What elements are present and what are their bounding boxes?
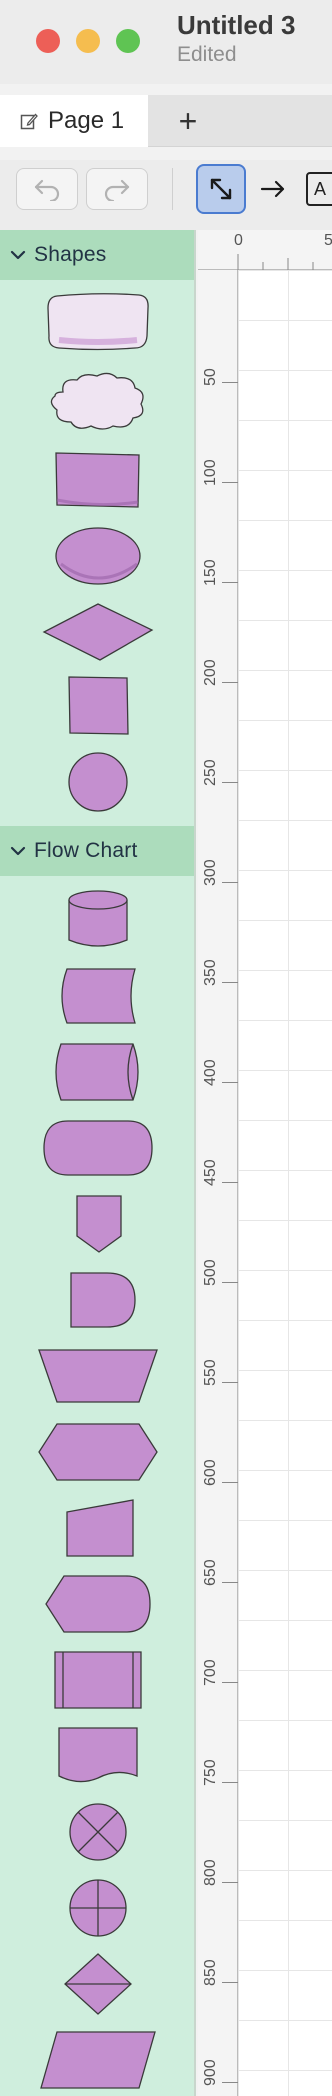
ruler-tick-label: 200	[202, 659, 219, 686]
ruler-tick-label: 450	[202, 1159, 219, 1186]
minimize-window-button[interactable]	[76, 29, 100, 53]
ruler-tick-label: 350	[202, 959, 219, 986]
diamond-shape[interactable]	[0, 600, 194, 664]
section-label: Shapes	[34, 243, 107, 266]
document-status: Edited	[177, 43, 237, 66]
drawing-canvas[interactable]: 0 5 50 100 150 200 250 300 350 400 450 500 550 600 6…	[198, 230, 332, 2096]
ruler-tick-label: 750	[202, 1759, 219, 1786]
undo-icon	[34, 179, 60, 201]
ruler-tick-label: 800	[202, 1859, 219, 1886]
window-title: Untitled 3	[177, 10, 296, 40]
ruler-tick-mark	[222, 482, 238, 483]
ruler-tick-mark	[222, 1582, 238, 1583]
rounded-rectangle-shape[interactable]	[0, 290, 194, 354]
ruler-tick-label: 50	[202, 368, 219, 386]
chevron-down-icon	[10, 846, 26, 856]
ruler-tick-mark	[222, 782, 238, 783]
rectangle-shape[interactable]	[0, 448, 194, 512]
vertical-ruler: 50 100 150 200 250 300 350 400 450 500 550 600 650 70…	[198, 270, 238, 2096]
data-parallelogram-shape[interactable]	[0, 2028, 194, 2092]
square-shape[interactable]	[0, 674, 194, 738]
summing-junction-shape[interactable]	[0, 1800, 194, 1864]
ruler-tick-mark	[222, 1182, 238, 1183]
ellipse-shape[interactable]	[0, 524, 194, 588]
tab-bar: Page 1 +	[0, 95, 332, 147]
chevron-down-icon	[10, 250, 26, 260]
ruler-tick-mark	[222, 382, 238, 383]
section-header-shapes[interactable]: Shapes	[0, 230, 194, 280]
text-tool-button[interactable]: A	[306, 172, 332, 206]
document-shape[interactable]	[0, 1724, 194, 1788]
delay-shape[interactable]	[0, 1268, 194, 1332]
arrow-right-icon	[260, 180, 285, 198]
ruler-tick-mark	[222, 882, 238, 883]
ruler-tick-mark	[222, 582, 238, 583]
manual-operation-shape[interactable]	[0, 1344, 194, 1408]
ruler-tick-label: 250	[202, 759, 219, 786]
horizontal-ruler: 0 5	[198, 230, 332, 270]
ruler-tick-label: 500	[202, 1259, 219, 1286]
database-cylinder-shape[interactable]	[0, 888, 194, 952]
terminator-shape[interactable]	[0, 1116, 194, 1180]
ruler-ticks	[237, 254, 314, 270]
resize-select-tool-button[interactable]	[196, 164, 246, 214]
edit-document-icon	[20, 113, 38, 130]
section-header-flow-chart[interactable]: Flow Chart	[0, 826, 194, 876]
redo-button[interactable]	[86, 168, 148, 210]
direct-access-storage-shape[interactable]	[0, 1040, 194, 1104]
close-window-button[interactable]	[36, 29, 60, 53]
canvas-grid[interactable]	[238, 270, 332, 2096]
ruler-tick-label: 650	[202, 1559, 219, 1586]
ruler-tick-mark	[222, 1882, 238, 1883]
ruler-tick-label: 900	[202, 2059, 219, 2086]
ruler-tick-mark	[222, 1282, 238, 1283]
or-junction-shape[interactable]	[0, 1876, 194, 1940]
redo-icon	[104, 179, 130, 201]
ruler-tick-label: 300	[202, 859, 219, 886]
predefined-process-shape[interactable]	[0, 1648, 194, 1712]
ruler-tick-mark	[222, 2082, 238, 2083]
ruler-tick-mark	[222, 1982, 238, 1983]
ruler-tick-mark	[222, 1382, 238, 1383]
shape-library-sidebar: Shapes Flow Chart	[0, 230, 196, 2096]
ruler-tick-label: 700	[202, 1659, 219, 1686]
ruler-tick-label: 150	[202, 559, 219, 586]
preparation-hexagon-shape[interactable]	[0, 1420, 194, 1484]
tab-label: Page 1	[48, 107, 125, 134]
tab-page-1[interactable]: Page 1	[0, 95, 148, 147]
maximize-window-button[interactable]	[116, 29, 140, 53]
off-page-connector-shape[interactable]	[0, 1192, 194, 1256]
toolbar-divider	[172, 168, 173, 210]
circle-shape[interactable]	[0, 750, 194, 814]
ruler-tick-label: 400	[202, 1059, 219, 1086]
ruler-tick-mark	[222, 1682, 238, 1683]
ruler-tick-mark	[222, 982, 238, 983]
sort-shape[interactable]	[0, 1952, 194, 2016]
ruler-tick-label: 550	[202, 1359, 219, 1386]
stored-data-shape[interactable]	[0, 964, 194, 1028]
undo-button[interactable]	[16, 168, 78, 210]
title-bar: Untitled 3 Edited	[0, 0, 332, 84]
manual-input-shape[interactable]	[0, 1496, 194, 1560]
connector-tool-button[interactable]	[258, 168, 288, 210]
ruler-tick-mark	[222, 1082, 238, 1083]
toolbar: A	[0, 160, 332, 230]
section-label: Flow Chart	[34, 839, 138, 862]
ruler-tick-mark	[222, 682, 238, 683]
ruler-tick-label: 850	[202, 1959, 219, 1986]
ruler-tick-mark	[222, 1482, 238, 1483]
diagonal-arrows-icon	[210, 178, 232, 200]
ruler-tick-mark	[222, 1782, 238, 1783]
ruler-tick-label: 600	[202, 1459, 219, 1486]
add-page-button[interactable]: +	[170, 102, 206, 140]
display-shape[interactable]	[0, 1572, 194, 1636]
ruler-tick-label: 100	[202, 459, 219, 486]
cloud-shape[interactable]	[0, 370, 194, 434]
